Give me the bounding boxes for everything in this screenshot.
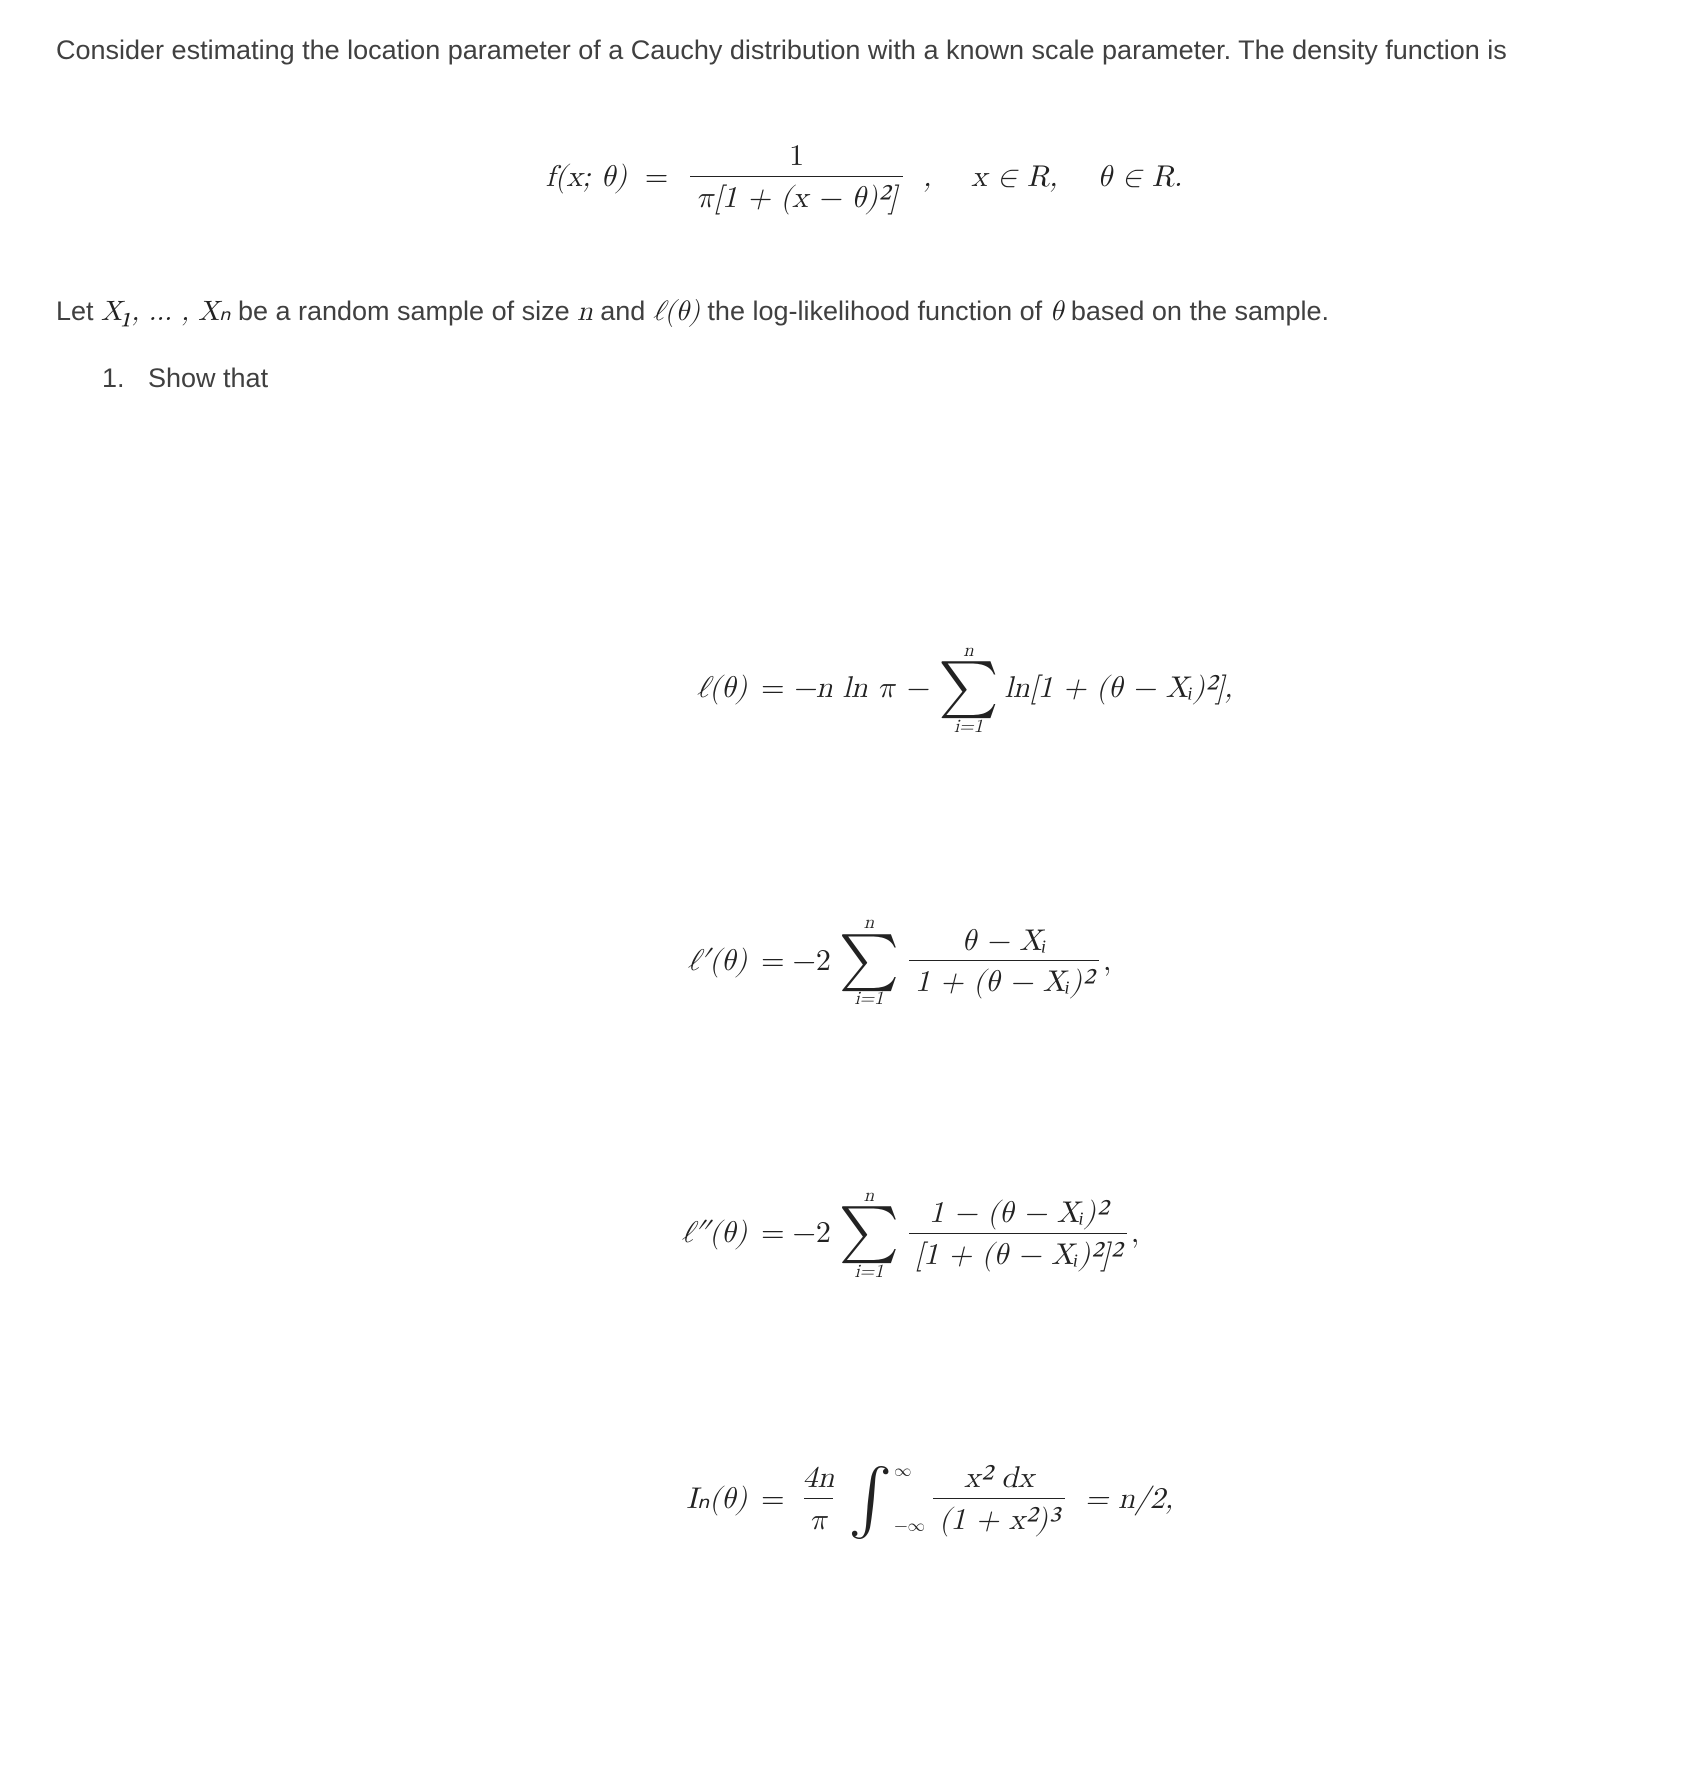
sum-upper: n <box>864 914 874 933</box>
r4-coef-num: 4n <box>797 1461 841 1498</box>
r4-coef-fraction: 4n π <box>797 1461 841 1537</box>
p2-part-c: and <box>600 296 653 326</box>
p2-part-e: based on the sample. <box>1071 296 1329 326</box>
problem-item-1: Show that ℓ(θ) = −n ln π − n ∑ i=1 <box>132 356 1632 1703</box>
sum-upper: n <box>963 642 973 661</box>
density-domain: , x ∈ R, θ ∈ R. <box>923 159 1182 197</box>
equals-sign: = <box>637 159 676 197</box>
p2-part-a: Let <box>56 296 101 326</box>
r2-lhs: ℓ′(θ) <box>627 943 753 981</box>
r3-fraction: 1 − (θ − Xᵢ)² [1 + (θ − Xᵢ)²]² <box>909 1196 1127 1272</box>
sum-upper: n <box>864 1187 874 1206</box>
p2-part-d: the log-likelihood function of <box>707 296 1049 326</box>
document-page: Consider estimating the location paramet… <box>0 0 1688 1779</box>
derivation-block: ℓ(θ) = −n ln π − n ∑ i=1 ln[1 + (θ − Xᵢ)… <box>148 430 1632 1703</box>
r3-den: [1 + (θ − Xᵢ)²]² <box>909 1233 1127 1273</box>
eq-row-information: Iₙ(θ) = 4n π ∫ ∞ −∞ <box>627 1459 1232 1539</box>
r1-post: ln[1 + (θ − Xᵢ)²], <box>1005 670 1233 708</box>
r2-tail: , <box>1103 943 1111 981</box>
eq-row-hessian: ℓ″(θ) = −2 n ∑ i=1 1 − (θ − Xᵢ)² [1 <box>627 1187 1232 1281</box>
r3-num: 1 − (θ − Xᵢ)² <box>923 1196 1113 1233</box>
sum-operator: n ∑ i=1 <box>839 1187 899 1281</box>
r4-tail: = n/2, <box>1075 1481 1173 1519</box>
item1-text: Show that <box>148 363 268 393</box>
integral-lower: −∞ <box>894 1517 925 1536</box>
r4-den: (1 + x²)³ <box>933 1498 1065 1538</box>
r1-pre: −n ln π − <box>793 670 929 708</box>
equals-sign: = <box>753 1215 792 1253</box>
r4-lhs: Iₙ(θ) <box>627 1481 753 1519</box>
sum-lower: i=1 <box>854 1263 883 1282</box>
r4-coef-den: π <box>804 1498 834 1538</box>
equals-sign: = <box>753 1481 792 1519</box>
density-numerator: 1 <box>783 139 810 176</box>
p2-part-b: be a random sample of size <box>238 296 577 326</box>
density-denominator: π[1 + (x − θ)²] <box>690 176 903 216</box>
r3-tail: , <box>1131 1215 1139 1253</box>
integral-operator: ∫ ∞ −∞ <box>848 1473 925 1526</box>
equals-sign: = <box>753 943 792 981</box>
intro-paragraph-1: Consider estimating the location paramet… <box>56 28 1632 74</box>
eq-row-score: ℓ′(θ) = −2 n ∑ i=1 θ − Xᵢ 1 + (θ − X <box>627 914 1232 1008</box>
density-fraction: 1 π[1 + (x − θ)²] <box>690 139 903 215</box>
ell-theta: ℓ(θ) <box>653 298 700 326</box>
r2-fraction: θ − Xᵢ 1 + (θ − Xᵢ)² <box>909 924 1099 1000</box>
r2-pre: −2 <box>793 943 831 981</box>
r1-lhs: ℓ(θ) <box>627 670 753 708</box>
equals-sign: = <box>753 670 792 708</box>
r4-integrand-fraction: x² dx (1 + x²)³ <box>933 1461 1065 1537</box>
eq-row-loglik: ℓ(θ) = −n ln π − n ∑ i=1 ln[1 + (θ − Xᵢ)… <box>627 642 1232 736</box>
sum-lower: i=1 <box>954 718 983 737</box>
density-equation: f(x; θ) = 1 π[1 + (x − θ)²] , x ∈ R, θ ∈… <box>56 102 1632 253</box>
problem-list: Show that ℓ(θ) = −n ln π − n ∑ i=1 <box>56 356 1632 1703</box>
r2-den: 1 + (θ − Xᵢ)² <box>909 960 1099 1000</box>
density-lhs: f(x; θ) <box>546 159 627 197</box>
r3-pre: −2 <box>793 1215 831 1253</box>
intro-paragraph-2: Let X₁, … , Xₙ be a random sample of siz… <box>56 289 1632 337</box>
integral-upper: ∞ <box>894 1462 925 1481</box>
r2-num: θ − Xᵢ <box>955 924 1052 961</box>
n-var: n <box>577 298 593 326</box>
theta-var: θ <box>1050 298 1064 326</box>
r4-num: x² dx <box>958 1461 1040 1498</box>
sample-notation: X₁, … , Xₙ <box>101 298 230 326</box>
sum-operator: n ∑ i=1 <box>938 642 998 736</box>
sum-lower: i=1 <box>854 990 883 1009</box>
sum-operator: n ∑ i=1 <box>839 914 899 1008</box>
r3-lhs: ℓ″(θ) <box>627 1215 753 1253</box>
